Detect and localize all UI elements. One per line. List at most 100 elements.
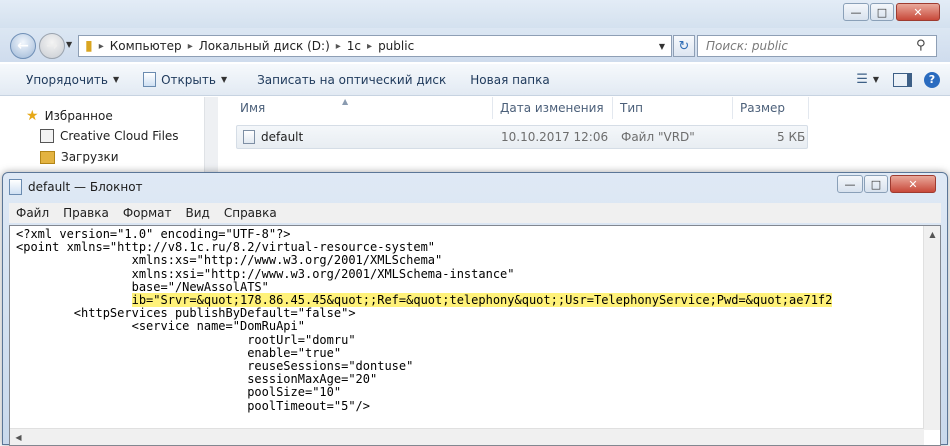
- column-header-type[interactable]: Тип: [620, 101, 643, 115]
- address-bar[interactable]: ▮ ▸ Компьютер ▸ Локальный диск (D:) ▸ 1c…: [78, 35, 672, 57]
- sidebar-item-label: Загрузки: [61, 150, 119, 164]
- column-divider: [808, 97, 809, 119]
- notepad-window: default — Блокнот — □ ✕ Файл Правка Форм…: [2, 172, 948, 446]
- organize-label: Упорядочить: [26, 72, 108, 87]
- preview-pane-icon: [893, 72, 912, 87]
- column-header-name[interactable]: Имя: [240, 101, 265, 115]
- chevron-down-icon: ▼: [220, 75, 228, 84]
- address-dropdown-icon[interactable]: ▼: [659, 42, 671, 51]
- column-header-size[interactable]: Размер: [740, 101, 785, 115]
- sidebar-item-label: Избранное: [44, 109, 113, 123]
- code-line: reuseSessions="dontuse": [16, 359, 414, 374]
- column-divider: [612, 97, 613, 119]
- menu-help[interactable]: Справка: [217, 206, 284, 220]
- chevron-down-icon: ▼: [66, 40, 73, 49]
- close-icon: ✕: [913, 5, 923, 19]
- chevron-down-icon: ▼: [872, 75, 879, 84]
- menu-view[interactable]: Вид: [179, 206, 217, 220]
- code-line: <point xmlns="http://v8.1c.ru/8.2/virtua…: [16, 240, 436, 255]
- navigation-pane: ★ Избранное Creative Cloud Files Загрузк…: [0, 97, 218, 177]
- close-button[interactable]: ✕: [896, 3, 940, 21]
- preview-pane-button[interactable]: [885, 72, 920, 87]
- view-list-icon: ☰: [856, 72, 868, 87]
- close-icon: ✕: [908, 177, 918, 191]
- notepad-title: default — Блокнот: [28, 180, 143, 194]
- view-options-button[interactable]: ☰ ▼: [850, 72, 885, 87]
- minimize-icon: —: [844, 177, 856, 191]
- chevron-right-icon: ▸: [367, 40, 373, 52]
- code-line-indent: [16, 293, 132, 307]
- maximize-button[interactable]: □: [870, 3, 894, 21]
- highlighted-connection-string: ib="Srvr=&quot;178.86.45.45&quot;;Ref=&q…: [131, 293, 833, 308]
- notepad-maximize-button[interactable]: □: [864, 175, 888, 193]
- scroll-left-icon[interactable]: ◀: [10, 429, 27, 445]
- notepad-icon: [143, 72, 157, 87]
- new-folder-button[interactable]: Новая папка: [458, 73, 561, 87]
- column-divider: [732, 97, 733, 119]
- menu-file[interactable]: Файл: [9, 206, 56, 220]
- file-name: default: [261, 130, 304, 144]
- burn-disc-button[interactable]: Записать на оптический диск: [239, 73, 458, 87]
- refresh-icon: ↻: [678, 38, 690, 54]
- command-toolbar: Упорядочить ▼ Открыть ▼ Записать на опти…: [0, 64, 950, 96]
- minimize-button[interactable]: —: [843, 3, 869, 21]
- code-line: enable="true": [16, 345, 342, 360]
- star-icon: ★: [26, 108, 39, 124]
- column-header-modified[interactable]: Дата изменения: [500, 101, 604, 115]
- folder-icon: ▮: [85, 38, 93, 54]
- help-button[interactable]: ?: [920, 71, 950, 88]
- chevron-right-icon: ▸: [98, 40, 104, 52]
- code-line: xmlns:xsi="http://www.w3.org/2001/XMLSch…: [16, 266, 515, 281]
- navigation-pane-scrollbar[interactable]: [204, 97, 218, 177]
- menu-format[interactable]: Формат: [116, 206, 179, 220]
- help-icon: ?: [924, 71, 940, 88]
- search-input[interactable]: Поиск: public: [697, 35, 937, 57]
- open-button[interactable]: Открыть ▼: [131, 72, 239, 87]
- sidebar-item-creative-cloud[interactable]: Creative Cloud Files: [40, 129, 179, 143]
- maximize-icon: □: [870, 177, 882, 191]
- forward-button[interactable]: →: [39, 33, 65, 59]
- explorer-titlebar: — □ ✕: [0, 0, 950, 28]
- scroll-up-icon[interactable]: ▲: [924, 226, 940, 243]
- sort-up-icon: ▲: [342, 97, 349, 106]
- notepad-titlebar: default — Блокнот: [9, 176, 143, 198]
- organize-button[interactable]: Упорядочить ▼: [0, 73, 131, 87]
- breadcrumb-1c[interactable]: 1c: [343, 39, 365, 53]
- refresh-button[interactable]: ↻: [673, 35, 695, 57]
- notepad-icon: [9, 179, 22, 195]
- breadcrumb-drive-d[interactable]: Локальный диск (D:): [195, 39, 334, 53]
- breadcrumb-computer[interactable]: Компьютер: [106, 39, 186, 53]
- chevron-down-icon: ▼: [112, 75, 120, 84]
- notepad-minimize-button[interactable]: —: [837, 175, 863, 193]
- cloud-folder-icon: [40, 129, 54, 143]
- notepad-text-area[interactable]: <?xml version="1.0" encoding="UTF-8"?> <…: [9, 225, 941, 446]
- arrow-left-icon: ←: [17, 38, 29, 54]
- sidebar-item-downloads[interactable]: Загрузки: [40, 150, 119, 164]
- file-modified: 10.10.2017 12:06: [501, 130, 609, 144]
- notepad-close-button[interactable]: ✕: [890, 175, 936, 193]
- file-icon: [243, 130, 255, 144]
- chevron-right-icon: ▸: [187, 40, 193, 52]
- recent-pages-button[interactable]: ▼: [66, 40, 72, 49]
- file-type: Файл "VRD": [621, 130, 695, 144]
- notepad-menubar: Файл Правка Формат Вид Справка: [9, 203, 941, 223]
- arrow-right-icon: →: [46, 38, 58, 54]
- sidebar-item-favorites[interactable]: ★ Избранное: [26, 108, 113, 124]
- maximize-icon: □: [876, 5, 888, 19]
- breadcrumb-public[interactable]: public: [374, 39, 418, 53]
- vertical-scrollbar[interactable]: ▲: [923, 226, 940, 430]
- code-line: <service name="DomRuApi": [16, 319, 305, 334]
- table-row[interactable]: default 10.10.2017 12:06 Файл "VRD" 5 КБ: [236, 125, 808, 149]
- downloads-folder-icon: [40, 150, 55, 164]
- back-button[interactable]: ←: [10, 33, 36, 59]
- search-icon[interactable]: ⚲: [916, 38, 926, 53]
- code-line: sessionMaxAge="20": [16, 372, 378, 387]
- file-size: 5 КБ: [777, 130, 806, 144]
- code-line: <?xml version="1.0" encoding="UTF-8"?>: [16, 227, 291, 241]
- code-line: rootUrl="domru": [16, 332, 356, 347]
- menu-edit[interactable]: Правка: [56, 206, 116, 220]
- code-line: <httpServices publishByDefault="false">: [16, 306, 356, 321]
- sidebar-item-label: Creative Cloud Files: [60, 129, 179, 143]
- code-line: xmlns:xs="http://www.w3.org/2001/XMLSche…: [16, 253, 443, 268]
- horizontal-scrollbar[interactable]: ◀: [10, 428, 924, 445]
